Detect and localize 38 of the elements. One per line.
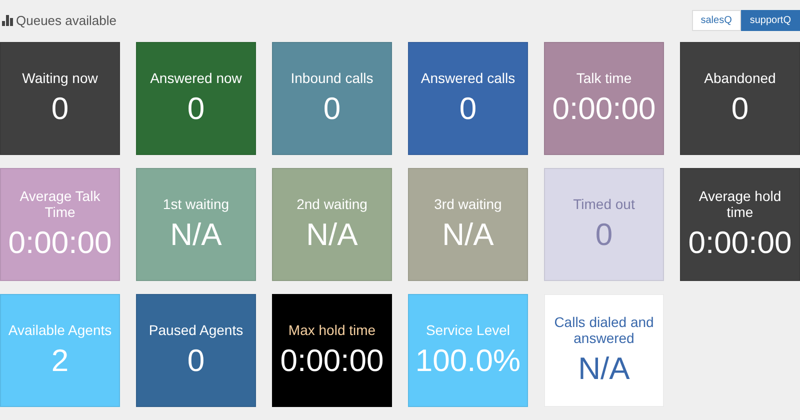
stat-value: 0 bbox=[187, 90, 205, 128]
stat-value: 0 bbox=[731, 90, 749, 128]
stat-label: Average hold time bbox=[698, 188, 782, 220]
stat-label: 1st waiting bbox=[162, 196, 230, 212]
stat-value: 0 bbox=[459, 90, 477, 128]
stat-label: Talk time bbox=[576, 70, 632, 86]
stat-label: 3rd waiting bbox=[434, 196, 502, 212]
stat-label: Service Level bbox=[426, 322, 510, 338]
page-title: Queues available bbox=[16, 12, 116, 28]
stat-value: 0:00:00 bbox=[8, 224, 112, 262]
stat-label: Average Talk Time bbox=[18, 188, 102, 220]
queue-button[interactable]: supportQ bbox=[740, 10, 800, 30]
stat-value: 0 bbox=[323, 90, 341, 128]
stat-label: Inbound calls bbox=[290, 70, 374, 86]
stat-value: 0 bbox=[51, 90, 69, 128]
queue-button[interactable]: salesQ bbox=[692, 10, 741, 30]
stat-value: 2 bbox=[51, 342, 69, 380]
stat-label: Max hold time bbox=[288, 322, 376, 338]
stat-value: N/A bbox=[170, 216, 222, 254]
stat-value: N/A bbox=[578, 350, 630, 388]
stat-label: Waiting now bbox=[22, 70, 98, 86]
stat-label: 2nd waiting bbox=[296, 196, 368, 212]
stat-value: 0 bbox=[187, 342, 205, 380]
stat-label: Available Agents bbox=[8, 322, 112, 338]
stat-value: 0:00:00 bbox=[280, 342, 384, 380]
stat-value: N/A bbox=[442, 216, 494, 254]
stat-label: Paused Agents bbox=[148, 322, 244, 338]
stat-label: Timed out bbox=[573, 196, 635, 212]
stat-value: N/A bbox=[306, 216, 358, 254]
stat-value: 100.0% bbox=[415, 342, 521, 380]
stat-label: Calls dialed and answered bbox=[553, 314, 655, 346]
stat-value: 0:00:00 bbox=[688, 224, 792, 262]
stat-value: 0 bbox=[595, 216, 613, 254]
bar-chart-icon bbox=[2, 14, 13, 26]
stat-label: Answered now bbox=[150, 70, 242, 86]
stat-value: 0:00:00 bbox=[552, 90, 656, 128]
stat-label: Abandoned bbox=[704, 70, 776, 86]
stat-label: Answered calls bbox=[420, 70, 516, 86]
